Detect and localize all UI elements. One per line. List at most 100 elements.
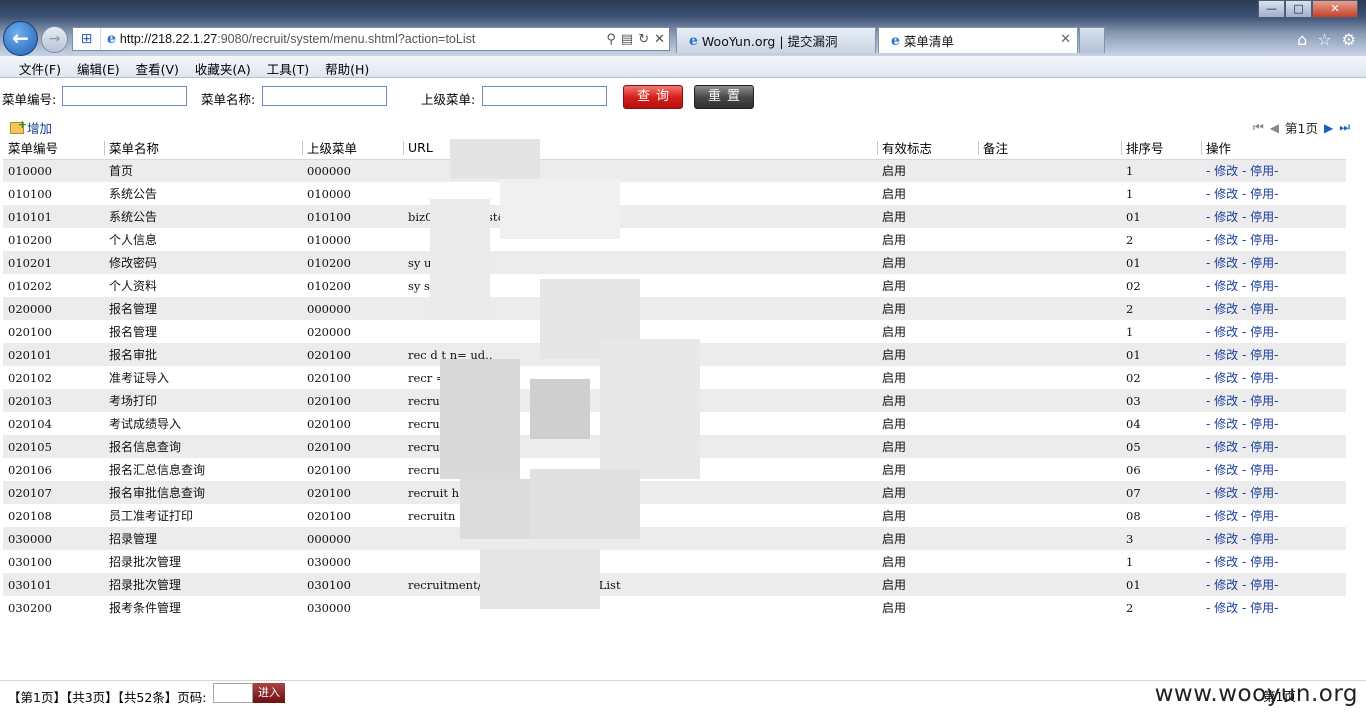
disable-link[interactable]: 停用: [1250, 532, 1274, 546]
disable-link[interactable]: 停用: [1250, 463, 1274, 477]
address-bar[interactable]: ⊞ e http://218.22.1.27:9080/recruit/syst…: [72, 27, 670, 51]
disable-link[interactable]: 停用: [1250, 371, 1274, 385]
page-number-input[interactable]: [213, 683, 253, 703]
disable-link[interactable]: 停用: [1250, 417, 1274, 431]
cell-code: 020106: [3, 458, 104, 481]
col-header-remark[interactable]: 备注: [978, 137, 1121, 160]
op-separator: -: [1274, 440, 1279, 454]
back-button[interactable]: ←: [3, 21, 38, 56]
menu-help[interactable]: 帮助(H): [324, 56, 374, 77]
disable-link[interactable]: 停用: [1250, 164, 1274, 178]
disable-link[interactable]: 停用: [1250, 486, 1274, 500]
cell-parent: 010200: [302, 251, 403, 274]
add-button[interactable]: 增加: [10, 118, 52, 137]
stop-icon[interactable]: ✕: [654, 32, 665, 47]
cell-actions: - 修改 - 停用-: [1201, 320, 1346, 343]
disable-link[interactable]: 停用: [1250, 555, 1274, 569]
disable-link[interactable]: 停用: [1250, 440, 1274, 454]
disable-link[interactable]: 停用: [1250, 394, 1274, 408]
menu-tools[interactable]: 工具(T): [266, 56, 314, 77]
reset-button[interactable]: 重置: [694, 85, 754, 109]
edit-link[interactable]: 修改: [1214, 164, 1238, 178]
col-header-parent[interactable]: 上级菜单: [302, 137, 403, 160]
new-tab-button[interactable]: [1079, 27, 1105, 53]
forward-button[interactable]: →: [41, 26, 68, 53]
edit-link[interactable]: 修改: [1214, 233, 1238, 247]
edit-link[interactable]: 修改: [1214, 440, 1238, 454]
edit-link[interactable]: 修改: [1214, 486, 1238, 500]
disable-link[interactable]: 停用: [1250, 348, 1274, 362]
url-text[interactable]: http://218.22.1.27:9080/recruit/system/m…: [120, 32, 606, 46]
edit-link[interactable]: 修改: [1214, 371, 1238, 385]
edit-link[interactable]: 修改: [1214, 348, 1238, 362]
go-page-button[interactable]: 进入: [253, 683, 285, 703]
disable-link[interactable]: 停用: [1250, 601, 1274, 615]
refresh-icon[interactable]: ↻: [638, 32, 649, 47]
edit-link[interactable]: 修改: [1214, 302, 1238, 316]
edit-link[interactable]: 修改: [1214, 394, 1238, 408]
parent-menu-input[interactable]: [482, 86, 607, 106]
search-icon[interactable]: ⚲: [606, 32, 616, 47]
edit-link[interactable]: 修改: [1214, 210, 1238, 224]
table-header: 菜单编号 菜单名称 上级菜单 URL 有效标志 备注 排序号 操作: [3, 137, 1346, 160]
col-header-url[interactable]: URL: [403, 137, 877, 160]
disable-link[interactable]: 停用: [1250, 210, 1274, 224]
col-header-status[interactable]: 有效标志: [877, 137, 978, 160]
disable-link[interactable]: 停用: [1250, 302, 1274, 316]
cell-status: 启用: [877, 389, 978, 412]
disable-link[interactable]: 停用: [1250, 578, 1274, 592]
col-header-sort[interactable]: 排序号: [1121, 137, 1201, 160]
close-window-button[interactable]: ✕: [1312, 0, 1358, 18]
cell-remark: [978, 297, 1121, 320]
prev-page-icon[interactable]: ◀: [1270, 121, 1279, 135]
op-separator: -: [1206, 164, 1215, 179]
first-page-icon[interactable]: ⏮: [1253, 120, 1264, 135]
disable-link[interactable]: 停用: [1250, 256, 1274, 270]
edit-link[interactable]: 修改: [1214, 417, 1238, 431]
tools-gear-icon[interactable]: ⚙: [1342, 30, 1356, 49]
edit-link[interactable]: 修改: [1214, 601, 1238, 615]
minimize-button[interactable]: —: [1258, 0, 1285, 18]
op-separator: -: [1206, 348, 1215, 362]
menu-code-input[interactable]: [62, 86, 187, 106]
disable-link[interactable]: 停用: [1250, 279, 1274, 293]
disable-link[interactable]: 停用: [1250, 325, 1274, 339]
op-separator: -: [1238, 578, 1251, 592]
cell-parent: 010000: [302, 228, 403, 251]
tab-menu-list[interactable]: e 菜单清单 ✕: [878, 27, 1078, 53]
op-separator: -: [1274, 509, 1279, 523]
last-page-icon[interactable]: ⏭: [1339, 120, 1350, 135]
edit-link[interactable]: 修改: [1214, 509, 1238, 523]
cell-status: 启用: [877, 205, 978, 228]
next-page-icon[interactable]: ▶: [1324, 121, 1333, 135]
tab-wooyun[interactable]: e WooYun.org | 提交漏洞: [676, 27, 876, 53]
edit-link[interactable]: 修改: [1214, 279, 1238, 293]
edit-link[interactable]: 修改: [1214, 325, 1238, 339]
maximize-button[interactable]: □: [1285, 0, 1312, 18]
menu-favorites[interactable]: 收藏夹(A): [194, 56, 256, 77]
close-tab-icon[interactable]: ✕: [1060, 32, 1071, 47]
op-separator: -: [1206, 440, 1215, 454]
disable-link[interactable]: 停用: [1250, 233, 1274, 247]
home-icon[interactable]: ⌂: [1297, 30, 1307, 49]
menu-view[interactable]: 查看(V): [135, 56, 184, 77]
compat-icon[interactable]: ▤: [621, 32, 633, 47]
menu-name-input[interactable]: [262, 86, 387, 106]
edit-link[interactable]: 修改: [1214, 555, 1238, 569]
edit-link[interactable]: 修改: [1214, 532, 1238, 546]
disable-link[interactable]: 停用: [1250, 509, 1274, 523]
col-header-name[interactable]: 菜单名称: [104, 137, 302, 160]
edit-link[interactable]: 修改: [1214, 578, 1238, 592]
menu-edit[interactable]: 编辑(E): [76, 56, 125, 77]
edit-link[interactable]: 修改: [1214, 187, 1238, 201]
cell-code: 010201: [3, 251, 104, 274]
col-header-actions: 操作: [1201, 137, 1346, 160]
edit-link[interactable]: 修改: [1214, 463, 1238, 477]
col-header-code[interactable]: 菜单编号: [3, 137, 104, 160]
query-button[interactable]: 查询: [623, 85, 683, 109]
menu-file[interactable]: 文件(F): [18, 56, 66, 77]
disable-link[interactable]: 停用: [1250, 187, 1274, 201]
favorites-star-icon[interactable]: ☆: [1317, 30, 1331, 49]
compat-view-icon[interactable]: ⊞: [73, 28, 101, 50]
edit-link[interactable]: 修改: [1214, 256, 1238, 270]
